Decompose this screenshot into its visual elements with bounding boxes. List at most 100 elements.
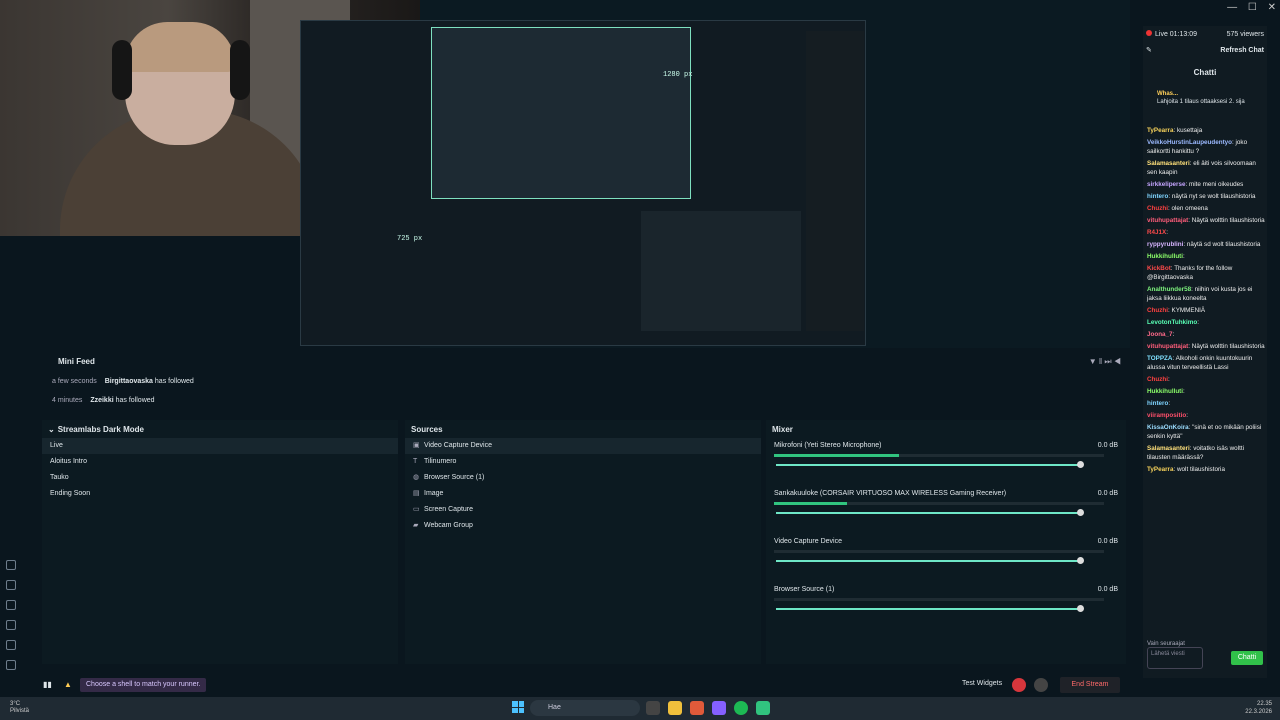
scene-collection-title[interactable]: ⌄ Streamlabs Dark Mode bbox=[42, 420, 398, 438]
source-item[interactable]: ▰ Webcam Group bbox=[405, 518, 761, 534]
chat-message: viirampositio: bbox=[1147, 412, 1188, 419]
chat-message: TOPPZA: Alkoholi onkin kuuntokuurin alus… bbox=[1147, 355, 1253, 371]
nested-preview-chat bbox=[806, 31, 864, 331]
mute-icon[interactable]: ◀ bbox=[1114, 357, 1121, 366]
rail-user-icon[interactable] bbox=[6, 660, 16, 670]
chat-username[interactable]: vituhupattajat bbox=[1147, 343, 1188, 350]
chat-username[interactable]: Joona_7 bbox=[1147, 331, 1173, 338]
sources-title: Sources bbox=[411, 424, 443, 434]
chat-text: Näytä wolttin tilaushistoria bbox=[1191, 217, 1265, 224]
rail-share-icon[interactable] bbox=[6, 620, 16, 630]
source-item[interactable]: T Tilinumero bbox=[405, 454, 761, 470]
source-item[interactable]: ▭ Screen Capture bbox=[405, 502, 761, 518]
volume-knob[interactable] bbox=[1077, 461, 1084, 468]
chat-username[interactable]: KissaOnKoira bbox=[1147, 424, 1189, 431]
source-type-icon: ▰ bbox=[413, 522, 419, 529]
test-widgets-button[interactable]: Test Widgets bbox=[962, 680, 1002, 687]
chat-username[interactable]: TyPearra bbox=[1147, 127, 1174, 134]
chat-username[interactable]: TyPearra bbox=[1147, 466, 1174, 473]
rail-gear-icon[interactable] bbox=[6, 560, 16, 570]
volume-knob[interactable] bbox=[1077, 509, 1084, 516]
volume-meter-fill bbox=[774, 502, 847, 505]
headphone-right bbox=[230, 40, 250, 100]
taskbar-search[interactable]: Hae bbox=[530, 700, 640, 716]
pencil-icon[interactable]: ✎ bbox=[1146, 46, 1152, 54]
filter-icon[interactable]: ▼ bbox=[1089, 357, 1097, 366]
rail-tools-icon[interactable] bbox=[6, 580, 16, 590]
streamlabs-icon[interactable] bbox=[756, 701, 770, 715]
chat-username[interactable]: hintero bbox=[1147, 193, 1168, 200]
stats-icon[interactable]: ▮▮ bbox=[43, 680, 52, 689]
maximize-icon[interactable]: ☐ bbox=[1248, 2, 1257, 13]
discord-icon[interactable] bbox=[712, 701, 726, 715]
chat-username[interactable]: LevotonTuhkimo bbox=[1147, 319, 1197, 326]
chat-username[interactable]: ryppyrublini bbox=[1147, 241, 1183, 248]
volume-slider[interactable] bbox=[776, 605, 1084, 612]
source-item[interactable]: ◍ Browser Source (1) bbox=[405, 470, 761, 486]
warning-icon[interactable]: ▲ bbox=[64, 680, 72, 689]
file-explorer-icon[interactable] bbox=[668, 701, 682, 715]
system-tray[interactable]: 22.35 22.3.2026 bbox=[1245, 700, 1272, 716]
gift-banner[interactable]: Whas... Lahjoita 1 tilaus ottaaksesi 2. … bbox=[1157, 90, 1257, 106]
spotify-icon[interactable] bbox=[734, 701, 748, 715]
chat-text: kusettaja bbox=[1177, 127, 1203, 134]
volume-slider[interactable] bbox=[776, 509, 1084, 516]
mini-feed-row: a few seconds Birgittaovaska has followe… bbox=[52, 378, 194, 385]
shell-chip[interactable]: Choose a shell to match your runner. bbox=[80, 678, 207, 692]
source-item[interactable]: ▤ Image bbox=[405, 486, 761, 502]
chat-username[interactable]: hintero bbox=[1147, 400, 1168, 407]
chat-username[interactable]: Chuzhi bbox=[1147, 205, 1168, 212]
refresh-chat-button[interactable]: Refresh Chat bbox=[1220, 47, 1264, 54]
scene-item[interactable]: Tauko bbox=[42, 470, 398, 486]
record-icon[interactable] bbox=[1012, 678, 1026, 692]
close-icon[interactable]: ✕ bbox=[1268, 2, 1276, 13]
live-time: Live 01:13:09 bbox=[1155, 31, 1198, 38]
chat-username[interactable]: Salamasanteri bbox=[1147, 160, 1190, 167]
pause-icon[interactable]: ‖ bbox=[1099, 357, 1102, 366]
weather-widget[interactable]: 3°C Pilvistä bbox=[10, 701, 29, 715]
volume-slider[interactable] bbox=[776, 461, 1084, 468]
start-icon[interactable] bbox=[512, 701, 524, 713]
minimize-icon[interactable]: — bbox=[1227, 2, 1237, 13]
browser-icon[interactable] bbox=[690, 701, 704, 715]
chat-username[interactable]: VeikkoHurstinLaupeudentyo bbox=[1147, 139, 1232, 146]
rail-settings-icon[interactable] bbox=[6, 640, 16, 650]
chat-message-list: TyPearra: kusettaja VeikkoHurstinLaupeude… bbox=[1147, 126, 1265, 477]
chat-text: näytä nyt se wolt tilaushistoria bbox=[1171, 193, 1256, 200]
title-bar: — ☐ ✕ bbox=[1130, 0, 1280, 20]
scene-item[interactable]: Aloitus Intro bbox=[42, 454, 398, 470]
volume-knob[interactable] bbox=[1077, 557, 1084, 564]
chat-username[interactable]: R4J1X bbox=[1147, 229, 1166, 236]
volume-knob[interactable] bbox=[1077, 605, 1084, 612]
chat-username[interactable]: Hukkihulluti bbox=[1147, 388, 1183, 395]
chat-message: R4J1X: bbox=[1147, 229, 1169, 236]
chat-username[interactable]: viirampositio bbox=[1147, 412, 1186, 419]
chat-username[interactable]: Salamasanteri bbox=[1147, 445, 1190, 452]
chat-send-button[interactable]: Chatti bbox=[1231, 651, 1263, 665]
mixer-db: 0.0 dB bbox=[1097, 586, 1118, 593]
source-label: Video Capture Device bbox=[424, 442, 492, 449]
scene-item[interactable]: Ending Soon bbox=[42, 486, 398, 502]
chat-username[interactable]: Analthunder58 bbox=[1147, 286, 1191, 293]
chat-username[interactable]: Chuzhi bbox=[1147, 376, 1168, 383]
chat-input[interactable]: Lähetä viesti bbox=[1147, 647, 1203, 669]
chat-username[interactable]: Chuzhi bbox=[1147, 307, 1168, 314]
task-view-icon[interactable] bbox=[646, 701, 660, 715]
rail-plugin-icon[interactable] bbox=[6, 600, 16, 610]
clock-time: 22.35 bbox=[1256, 701, 1272, 707]
scene-item[interactable]: Live bbox=[42, 438, 398, 454]
nested-preview: 1280 px 725 px bbox=[300, 20, 866, 346]
volume-slider[interactable] bbox=[776, 557, 1084, 564]
skip-icon[interactable]: ⏭ bbox=[1104, 357, 1111, 366]
replay-icon[interactable] bbox=[1034, 678, 1048, 692]
chat-username[interactable]: KickBot bbox=[1147, 265, 1171, 272]
chat-username[interactable]: sirkkeliperse bbox=[1147, 181, 1186, 188]
chat-username[interactable]: Hukkihulluti bbox=[1147, 253, 1183, 260]
chat-username[interactable]: TOPPZA bbox=[1147, 355, 1172, 362]
mixer-channel-name: Browser Source (1) bbox=[774, 586, 835, 593]
mini-feed-controls: ▼ ‖ ⏭ ◀ bbox=[1089, 357, 1121, 367]
source-item[interactable]: ▣ Video Capture Device bbox=[405, 438, 761, 454]
end-stream-button[interactable]: End Stream bbox=[1060, 677, 1120, 693]
volume-meter bbox=[774, 454, 1104, 457]
chat-username[interactable]: vituhupattajat bbox=[1147, 217, 1188, 224]
